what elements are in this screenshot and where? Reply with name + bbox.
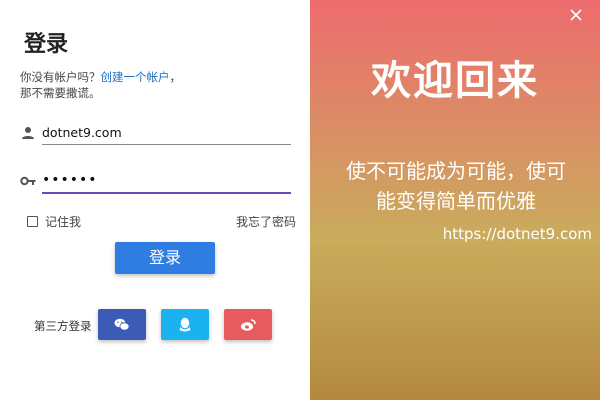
remember-checkbox[interactable] [27, 216, 38, 227]
remember-label: 记住我 [45, 215, 82, 229]
slogan-line1: 使不可能成为可能，使可 [346, 159, 566, 183]
wechat-login-button[interactable] [98, 309, 146, 340]
username-field [20, 120, 291, 146]
page-title: 登录 [24, 32, 69, 57]
password-field [20, 168, 291, 194]
wechat-icon [114, 318, 130, 331]
login-panel [0, 0, 310, 400]
password-input[interactable] [42, 168, 291, 194]
signup-hint-suffix: ， [169, 70, 182, 84]
create-account-link[interactable]: 创建一个帐户 [101, 70, 170, 84]
remember-me[interactable]: 记住我 [27, 213, 81, 230]
slogan-line2: 能变得简单而优雅 [376, 189, 536, 213]
weibo-icon [241, 318, 256, 331]
key-icon [20, 176, 36, 186]
signup-hint: 你没有帐户吗？创建一个帐户， 那不需要撒谎。 [20, 69, 280, 101]
qq-login-button[interactable] [161, 309, 209, 340]
slogan: 使不可能成为可能，使可 能变得简单而优雅 [318, 156, 594, 216]
user-icon [22, 127, 34, 139]
welcome-heading: 欢迎回来 [371, 58, 539, 104]
signup-hint-line2: 那不需要撒谎。 [20, 86, 101, 100]
qq-icon [179, 317, 191, 331]
close-icon[interactable] [567, 6, 585, 24]
website-url[interactable]: https://dotnet9.com [310, 225, 592, 243]
signup-hint-text: 你没有帐户吗？ [20, 70, 101, 84]
username-input[interactable] [42, 120, 291, 145]
weibo-login-button[interactable] [224, 309, 272, 340]
forgot-password-link[interactable]: 我忘了密码 [236, 213, 296, 230]
third-party-label: 第三方登录 [34, 319, 92, 333]
login-button[interactable]: 登录 [115, 242, 215, 274]
